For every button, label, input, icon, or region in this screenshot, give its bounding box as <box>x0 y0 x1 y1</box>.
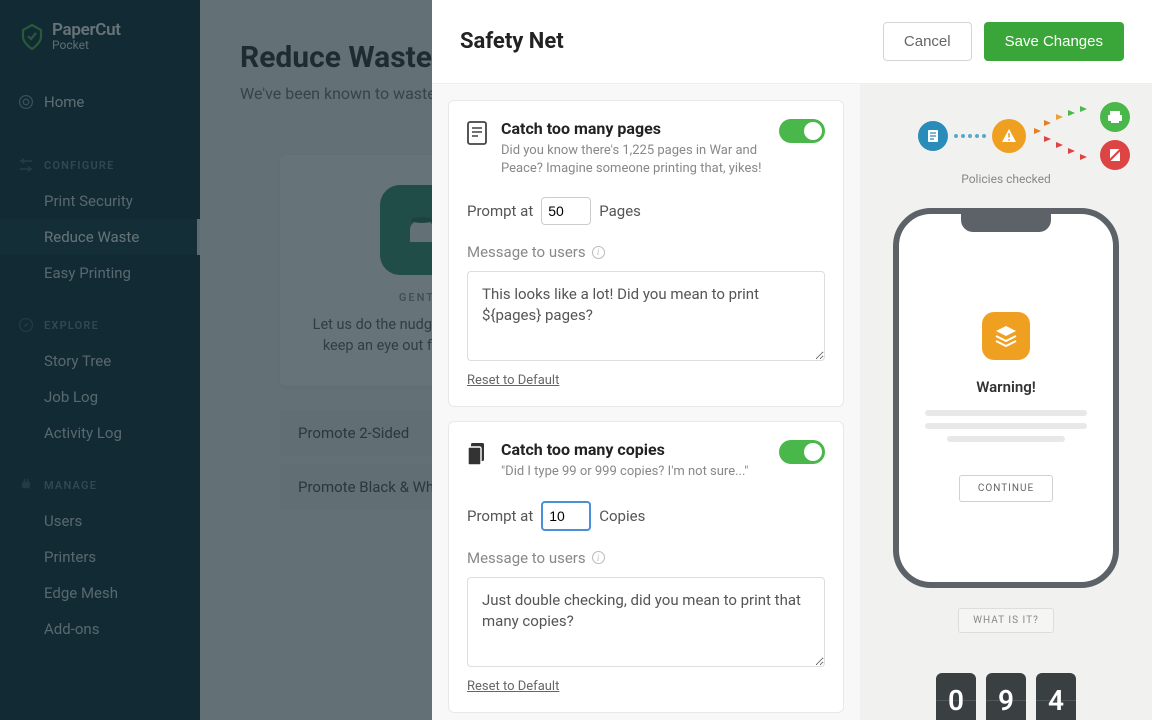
cancel-button[interactable]: Cancel <box>883 22 972 61</box>
block-icon <box>1100 140 1130 170</box>
setting-title: Catch too many copies <box>501 440 765 459</box>
setting-desc: Did you know there's 1,225 pages in War … <box>501 142 765 177</box>
info-icon[interactable]: i <box>592 551 605 564</box>
setting-too-many-pages: Catch too many pages Did you know there'… <box>448 100 844 407</box>
reset-pages-link[interactable]: Reset to Default <box>467 373 559 388</box>
counter-digit: 9 <box>986 673 1026 720</box>
setting-desc: "Did I type 99 or 999 copies? I'm not su… <box>501 463 765 481</box>
prompt-label-before: Prompt at <box>467 202 533 220</box>
settings-column: Catch too many pages Did you know there'… <box>432 84 860 720</box>
phone-preview: Warning! CONTINUE <box>893 208 1119 588</box>
counter: 0 9 4 <box>882 673 1130 720</box>
toggle-copies[interactable] <box>779 440 825 464</box>
copies-icon <box>467 442 487 466</box>
msg-label: Message to users <box>467 549 586 567</box>
prompt-label-before: Prompt at <box>467 507 533 525</box>
preview-column: Policies checked Warning! CONTINUE WHAT … <box>860 84 1152 720</box>
msg-copies-textarea[interactable] <box>467 577 825 667</box>
warning-text: Warning! <box>913 378 1099 396</box>
policies-checked-label: Policies checked <box>882 172 1130 186</box>
counter-digit: 4 <box>1036 673 1076 720</box>
policy-flow-diagram <box>882 106 1130 166</box>
prompt-label-after: Pages <box>599 202 641 220</box>
warning-icon <box>992 119 1026 153</box>
reset-copies-link[interactable]: Reset to Default <box>467 679 559 694</box>
save-button[interactable]: Save Changes <box>984 22 1124 61</box>
document-icon <box>918 121 948 151</box>
counter-digit: 0 <box>936 673 976 720</box>
modal-title: Safety Net <box>460 29 564 54</box>
msg-label: Message to users <box>467 243 586 261</box>
prompt-copies-input[interactable] <box>541 501 591 531</box>
what-is-button[interactable]: WHAT IS IT? <box>958 608 1054 633</box>
setting-too-many-copies: Catch too many copies "Did I type 99 or … <box>448 421 844 713</box>
continue-button: CONTINUE <box>959 475 1053 502</box>
prompt-pages-input[interactable] <box>541 197 591 225</box>
info-icon[interactable]: i <box>592 246 605 259</box>
stack-icon <box>982 312 1030 360</box>
prompt-label-after: Copies <box>599 507 645 525</box>
toggle-pages[interactable] <box>779 119 825 143</box>
printer-icon <box>1100 102 1130 132</box>
msg-pages-textarea[interactable] <box>467 271 825 361</box>
setting-title: Catch too many pages <box>501 119 765 138</box>
page-icon <box>467 121 487 145</box>
safety-net-modal: Safety Net Cancel Save Changes Catch too… <box>432 0 1152 720</box>
